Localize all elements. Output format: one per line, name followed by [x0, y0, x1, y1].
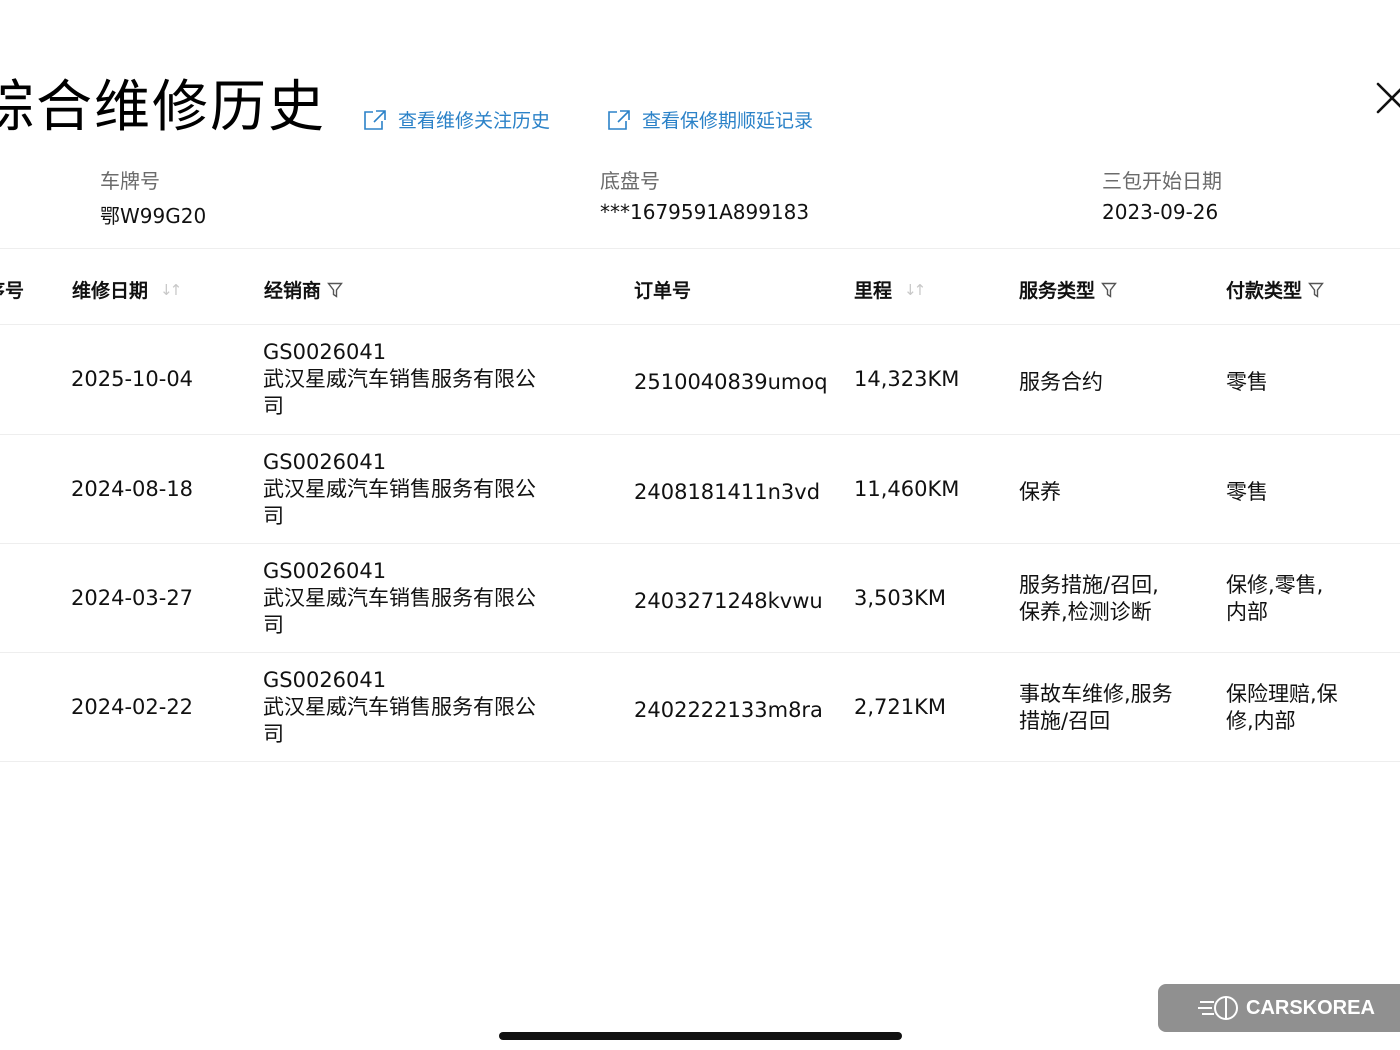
- column-header-label: 付款类型: [1226, 280, 1303, 302]
- column-header-mileage[interactable]: 里程 ↓↑: [854, 276, 926, 303]
- cell-service-type: 服务合约: [1019, 325, 1103, 434]
- external-link-icon: [364, 109, 386, 130]
- cell-order: 2408181411n3vd: [634, 480, 821, 504]
- carskorea-logo: [1198, 996, 1238, 1020]
- dealer-code: GS0026041: [263, 340, 387, 364]
- dealer-name: 武汉星威汽车销售服务有限公: [263, 695, 536, 719]
- dealer-name-cont: 司: [263, 613, 284, 637]
- close-icon[interactable]: [1372, 78, 1400, 118]
- table-row[interactable]: 2024-08-18 GS0026041 武汉星威汽车销售服务有限公 司 240…: [0, 435, 1400, 544]
- chassis-info: 底盘号 ***1679591A899183: [600, 165, 809, 224]
- dealer-code: GS0026041: [263, 450, 387, 474]
- filter-icon[interactable]: [1308, 282, 1324, 298]
- plate-value: 鄂W99G20: [100, 204, 207, 228]
- column-header-label: 经销商: [264, 280, 322, 302]
- column-header-index: 序号: [0, 276, 24, 303]
- warranty-start-value: 2023-09-26: [1102, 200, 1219, 224]
- payment-type-text: 保修,零售,: [1226, 572, 1324, 597]
- cell-mileage: 11,460KM: [854, 477, 960, 501]
- cell-payment-type: 保险理赔,保 修,内部: [1226, 653, 1338, 762]
- cell-dealer: GS0026041 武汉星威汽车销售服务有限公 司: [263, 544, 536, 653]
- filter-icon[interactable]: [327, 282, 343, 298]
- divider: [0, 761, 1400, 762]
- service-type-text: 服务措施/召回,: [1019, 572, 1159, 597]
- cell-mileage: 2,721KM: [854, 695, 947, 719]
- dealer-code: GS0026041: [263, 559, 387, 583]
- plate-label: 车牌号: [100, 169, 160, 193]
- table-row[interactable]: 2025-10-04 GS0026041 武汉星威汽车销售服务有限公 司 251…: [0, 325, 1400, 434]
- dealer-name-cont: 司: [263, 722, 284, 746]
- link-label: 查看保修期顺延记录: [642, 110, 814, 132]
- plate-info: 车牌号 鄂W99G20: [100, 165, 206, 229]
- cell-date: 2024-08-18: [71, 477, 194, 501]
- payment-type-text: 保险理赔,保: [1226, 681, 1338, 706]
- view-warranty-extension-record-link[interactable]: 查看保修期顺延记录: [607, 106, 813, 133]
- divider: [0, 248, 1400, 249]
- dealer-name-cont: 司: [263, 394, 284, 418]
- cell-date: 2024-03-27: [71, 586, 194, 610]
- sort-icon[interactable]: ↓↑: [160, 281, 182, 299]
- dealer-code: GS0026041: [263, 668, 387, 692]
- chassis-label: 底盘号: [600, 169, 660, 193]
- page-title: 综合维修历史: [0, 75, 326, 140]
- home-indicator[interactable]: [499, 1032, 902, 1040]
- cell-order: 2510040839umoq: [634, 370, 828, 394]
- dealer-name-cont: 司: [263, 504, 284, 528]
- external-link-icon: [608, 109, 630, 130]
- cell-payment-type: 保修,零售, 内部: [1226, 544, 1323, 653]
- dealer-name: 武汉星威汽车销售服务有限公: [263, 477, 536, 501]
- cell-mileage: 3,503KM: [854, 586, 947, 610]
- cell-service-type: 服务措施/召回, 保养,检测诊断: [1019, 544, 1159, 653]
- carskorea-watermark: CARSKOREA: [1158, 984, 1400, 1032]
- repair-history-modal: 综合维修历史 查看维修关注历史 查看保修期顺延记录 车牌号 鄂W99G20 底盘…: [0, 0, 1400, 1050]
- cell-payment-type: 零售: [1226, 435, 1268, 544]
- service-type-text-cont: 措施/召回: [1019, 708, 1111, 733]
- sort-icon[interactable]: ↓↑: [904, 281, 926, 299]
- warranty-start-label: 三包开始日期: [1102, 169, 1222, 193]
- column-header-dealer[interactable]: 经销商: [264, 276, 343, 303]
- dealer-name: 武汉星威汽车销售服务有限公: [263, 586, 536, 610]
- cell-dealer: GS0026041 武汉星威汽车销售服务有限公 司: [263, 653, 536, 762]
- cell-date: 2024-02-22: [71, 695, 194, 719]
- payment-type-text-cont: 内部: [1226, 599, 1268, 624]
- cell-service-type: 保养: [1019, 435, 1061, 544]
- column-header-label: 序号: [0, 280, 25, 302]
- service-type-text-cont: 保养,检测诊断: [1019, 599, 1152, 624]
- table-row[interactable]: 2024-03-27 GS0026041 武汉星威汽车销售服务有限公 司 240…: [0, 544, 1400, 653]
- filter-icon[interactable]: [1101, 282, 1117, 298]
- column-header-label: 里程: [854, 280, 893, 302]
- view-repair-attention-history-link[interactable]: 查看维修关注历史: [363, 106, 550, 133]
- column-header-service-type[interactable]: 服务类型: [1019, 276, 1117, 303]
- service-type-text: 事故车维修,服务: [1019, 681, 1173, 706]
- cell-mileage: 14,323KM: [854, 367, 960, 391]
- cell-payment-type: 零售: [1226, 325, 1268, 434]
- column-header-date[interactable]: 维修日期 ↓↑: [72, 276, 182, 303]
- service-type-text: 保养: [1019, 480, 1061, 504]
- payment-type-text: 零售: [1226, 480, 1268, 504]
- cell-dealer: GS0026041 武汉星威汽车销售服务有限公 司: [263, 435, 536, 544]
- cell-dealer: GS0026041 武汉星威汽车销售服务有限公 司: [263, 325, 536, 434]
- cell-order: 2402222133m8ra: [634, 698, 823, 722]
- warranty-start-info: 三包开始日期 2023-09-26: [1102, 165, 1222, 224]
- link-label: 查看维修关注历史: [398, 110, 551, 132]
- chassis-value: ***1679591A899183: [600, 200, 810, 224]
- cell-service-type: 事故车维修,服务 措施/召回: [1019, 653, 1173, 762]
- column-header-label: 订单号: [634, 280, 692, 302]
- column-header-order: 订单号: [634, 276, 691, 303]
- dealer-name: 武汉星威汽车销售服务有限公: [263, 367, 536, 391]
- watermark-text: CARSKOREA: [1246, 996, 1375, 1019]
- table-row[interactable]: 2024-02-22 GS0026041 武汉星威汽车销售服务有限公 司 240…: [0, 653, 1400, 762]
- column-header-label: 服务类型: [1019, 280, 1096, 302]
- payment-type-text-cont: 修,内部: [1226, 708, 1296, 733]
- service-type-text: 服务合约: [1019, 370, 1103, 394]
- cell-date: 2025-10-04: [71, 367, 194, 391]
- column-header-payment-type[interactable]: 付款类型: [1226, 276, 1324, 303]
- column-header-label: 维修日期: [72, 280, 149, 302]
- cell-order: 2403271248kvwu: [634, 589, 823, 613]
- payment-type-text: 零售: [1226, 370, 1268, 394]
